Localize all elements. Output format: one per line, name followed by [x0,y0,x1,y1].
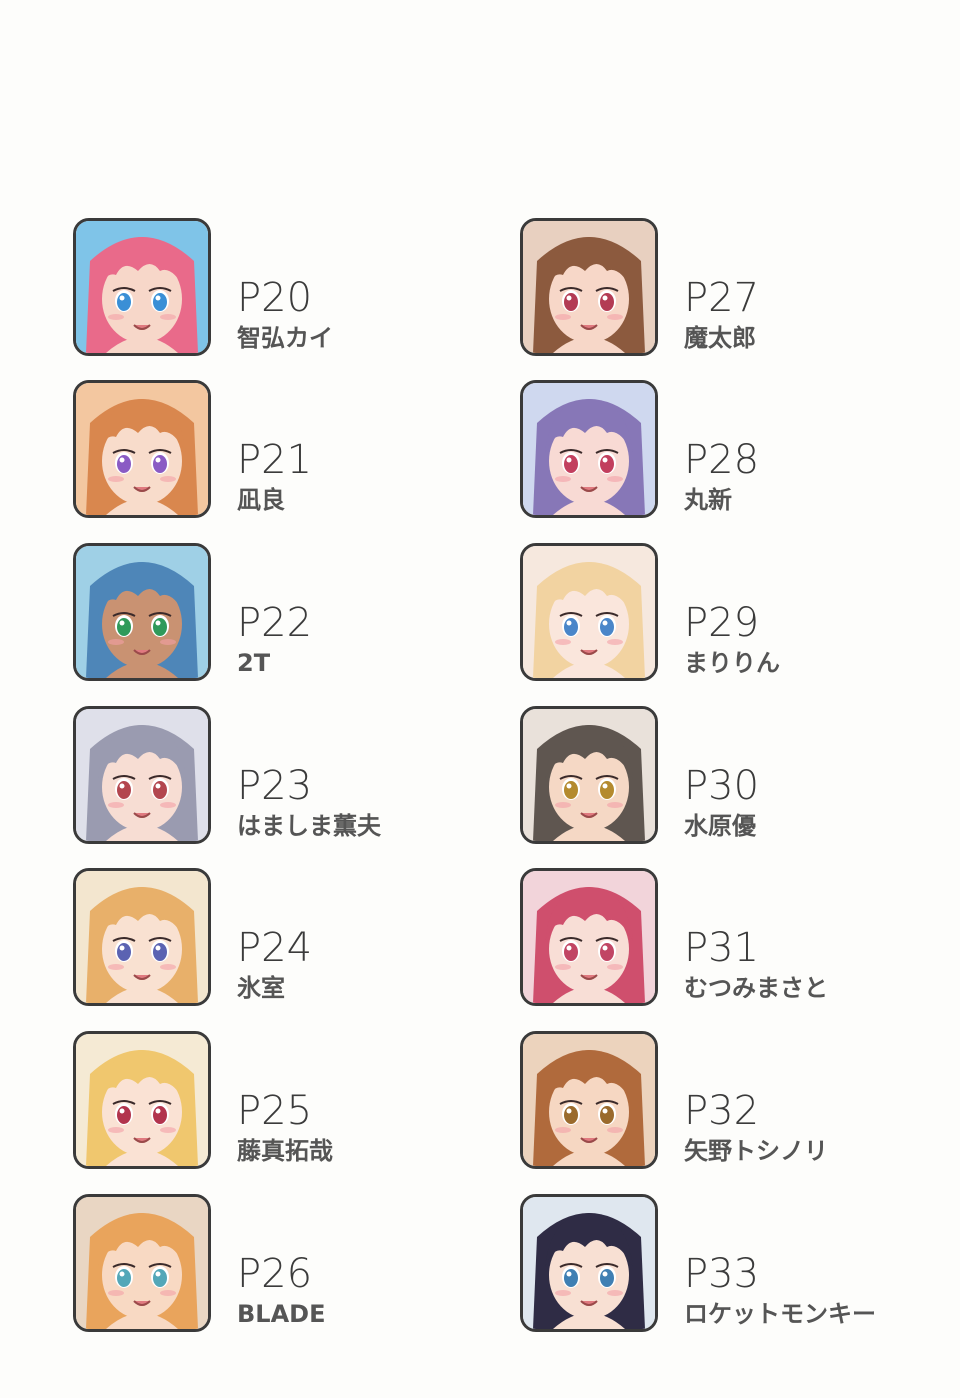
character-portrait [76,383,208,515]
artist-name: 藤真拓哉 [237,1137,333,1165]
artist-thumbnail [73,218,211,356]
toc-entry-p32[interactable]: P32 矢野トシノリ [520,1031,940,1176]
artist-name: ロケットモンキー [684,1300,876,1328]
toc-entry-p21[interactable]: P21 凪良 [73,380,493,525]
page-number: P25 [237,1088,313,1134]
artist-name: 智弘カイ [237,324,333,352]
artist-thumbnail [520,1194,658,1332]
toc-entry-p30[interactable]: P30 水原優 [520,706,940,851]
character-portrait [76,1197,208,1329]
toc-entry-p29[interactable]: P29 まりりん [520,543,940,688]
page-number: P22 [237,600,313,646]
page-number: P21 [237,437,313,483]
toc-entry-p27[interactable]: P27 魔太郎 [520,218,940,363]
character-portrait [523,221,655,353]
page-number: P23 [237,763,313,809]
character-portrait [76,871,208,1003]
toc-entry-p26[interactable]: P26 BLADE [73,1194,493,1339]
page-number: P27 [684,275,760,321]
artist-thumbnail [520,868,658,1006]
toc-entry-p22[interactable]: P22 2T [73,543,493,688]
page-number: P28 [684,437,760,483]
toc-entry-p28[interactable]: P28 丸新 [520,380,940,525]
artist-thumbnail [73,1031,211,1169]
artist-thumbnail [520,218,658,356]
toc-entry-p20[interactable]: P20 智弘カイ [73,218,493,363]
artist-thumbnail [520,543,658,681]
artist-thumbnail [520,380,658,518]
artist-name: 水原優 [684,812,756,840]
artist-thumbnail [73,380,211,518]
artist-name: 矢野トシノリ [684,1137,828,1165]
page-number: P20 [237,275,313,321]
page-number: P26 [237,1251,313,1297]
artist-thumbnail [73,543,211,681]
character-portrait [523,1197,655,1329]
artist-name: 凪良 [237,486,285,514]
page-number: P33 [684,1251,760,1297]
artist-name: むつみまさと [684,974,828,1002]
character-portrait [76,709,208,841]
toc-entry-p23[interactable]: P23 はましま薫夫 [73,706,493,851]
artist-thumbnail [73,868,211,1006]
page-number: P29 [684,600,760,646]
artist-name: 丸新 [684,486,732,514]
character-portrait [523,1034,655,1166]
artist-thumbnail [520,706,658,844]
artist-thumbnail [73,706,211,844]
character-portrait [523,709,655,841]
artist-name: 魔太郎 [684,324,756,352]
toc-entry-p25[interactable]: P25 藤真拓哉 [73,1031,493,1176]
page-number: P30 [684,763,760,809]
artist-name: 氷室 [237,974,285,1002]
page-number: P31 [684,925,760,971]
page-number: P24 [237,925,313,971]
artist-name: はましま薫夫 [237,812,381,840]
toc-entry-p33[interactable]: P33 ロケットモンキー [520,1194,940,1339]
character-portrait [76,221,208,353]
artist-thumbnail [520,1031,658,1169]
artist-thumbnail [73,1194,211,1332]
character-portrait [76,1034,208,1166]
artist-name: まりりん [684,649,780,677]
character-portrait [523,383,655,515]
character-portrait [76,546,208,678]
toc-entry-p31[interactable]: P31 むつみまさと [520,868,940,1013]
artist-name: BLADE [237,1300,326,1328]
character-portrait [523,546,655,678]
page-number: P32 [684,1088,760,1134]
character-portrait [523,871,655,1003]
toc-entry-p24[interactable]: P24 氷室 [73,868,493,1013]
artist-name: 2T [237,649,271,677]
